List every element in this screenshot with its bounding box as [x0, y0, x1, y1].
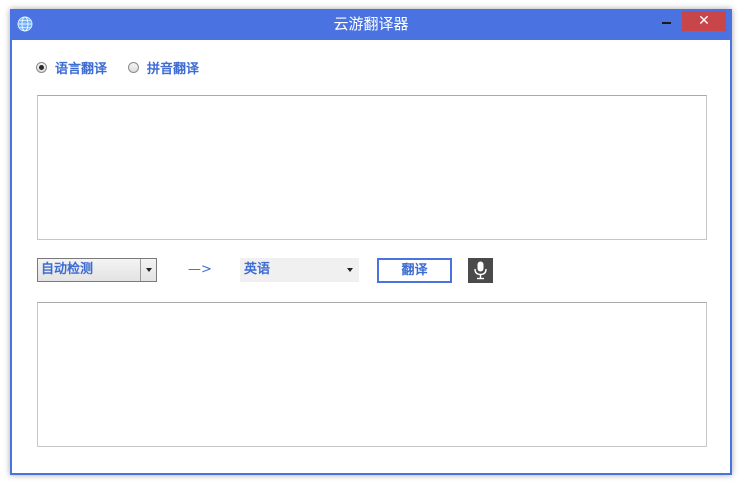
minimize-button[interactable] — [652, 11, 680, 31]
voice-input-button[interactable] — [468, 258, 493, 283]
source-text-input[interactable] — [37, 95, 707, 240]
translate-button[interactable]: 翻译 — [377, 258, 452, 283]
direction-arrow: —> — [188, 262, 212, 277]
close-button[interactable]: ✕ — [682, 11, 726, 31]
source-language-value: 自动检测 — [41, 262, 94, 277]
client-area: 语言翻译 拼音翻译 自动检测 —> 英语 翻译 — [12, 40, 730, 473]
minimize-icon — [662, 22, 671, 24]
close-icon: ✕ — [698, 13, 710, 29]
microphone-icon — [474, 261, 487, 280]
target-language-select[interactable]: 英语 — [240, 258, 359, 282]
mode-selector: 语言翻译 拼音翻译 — [36, 58, 220, 77]
app-window: 云游翻译器 ✕ 语言翻译 拼音翻译 自动检测 —> 英语 翻译 — [10, 9, 732, 475]
chevron-down-icon[interactable] — [342, 259, 358, 281]
radio-pinyin-translate[interactable] — [128, 61, 140, 73]
radio-language-translate[interactable] — [36, 61, 47, 73]
source-language-select[interactable]: 自动检测 — [37, 258, 157, 282]
radio-label-language[interactable]: 语言翻译 — [55, 58, 107, 77]
chevron-down-icon[interactable] — [140, 259, 156, 281]
title-bar[interactable]: 云游翻译器 ✕ — [10, 9, 732, 40]
radio-label-pinyin[interactable]: 拼音翻译 — [147, 58, 199, 77]
translation-output[interactable] — [37, 302, 707, 447]
window-title: 云游翻译器 — [333, 15, 409, 33]
target-language-value: 英语 — [244, 262, 271, 277]
